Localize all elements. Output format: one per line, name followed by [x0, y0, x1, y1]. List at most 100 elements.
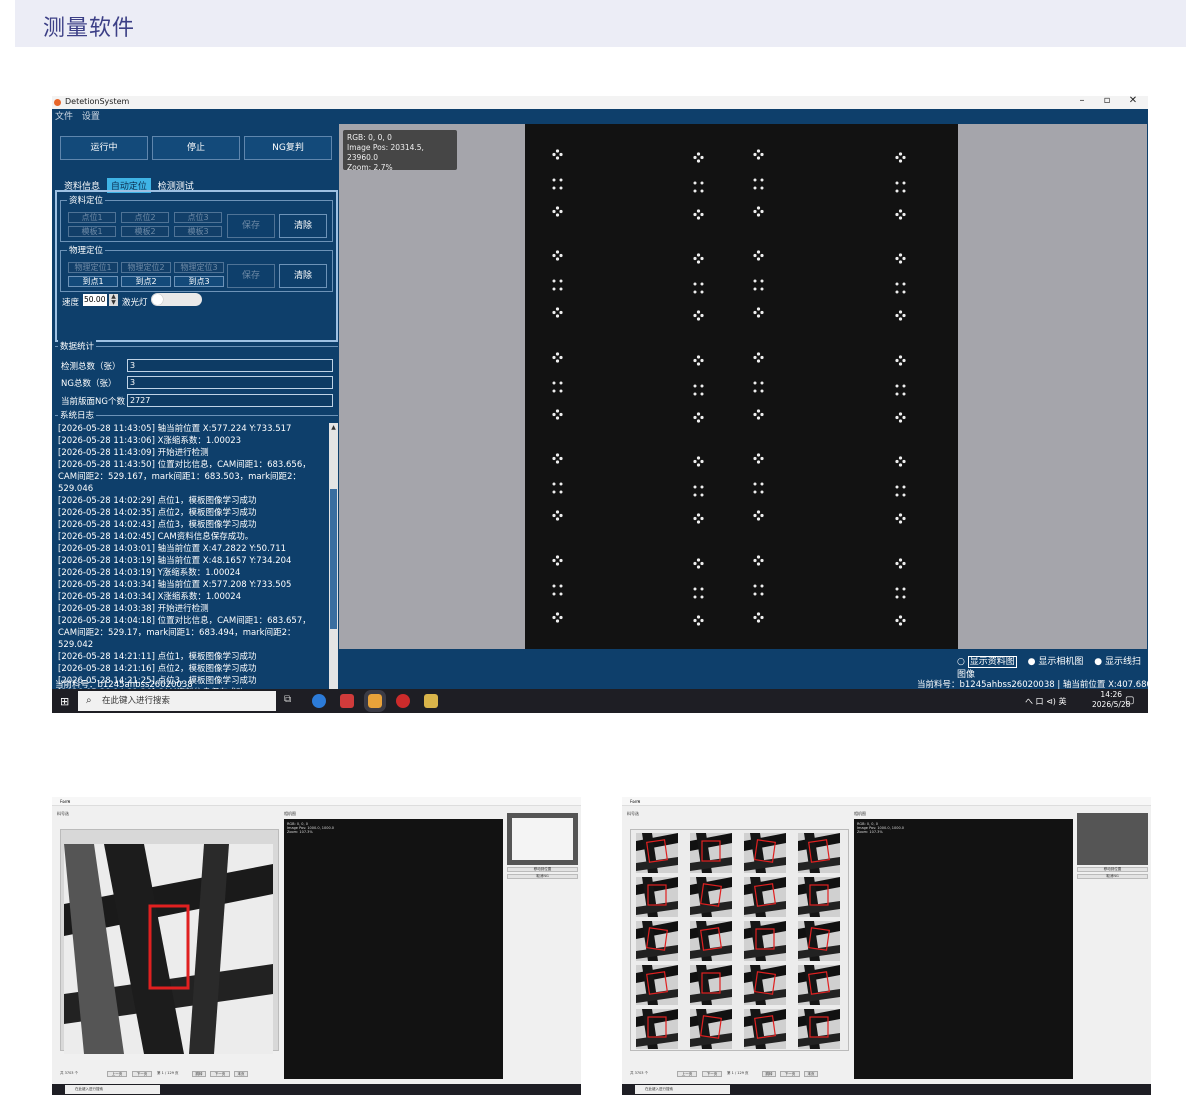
shot2-thumbnail	[1077, 813, 1148, 865]
ng-thumbnail[interactable]	[690, 833, 732, 873]
shot2-next-button-dim[interactable]: 下一页	[702, 1071, 722, 1077]
stop-button[interactable]: 停止	[152, 136, 240, 160]
fiducial-dot-pair	[693, 485, 704, 500]
material-point-2[interactable]: 点位2	[121, 212, 169, 223]
shot2-next-button[interactable]: 下一页	[780, 1071, 800, 1077]
log-line: [2026-05-28 14:02:29] 点位1，模板图像学习成功	[58, 496, 257, 506]
fiducial-dot-pair	[693, 282, 704, 297]
scroll-thumb[interactable]	[330, 489, 337, 629]
minimize-button[interactable]: –	[1072, 96, 1092, 106]
material-clear-button[interactable]: 清除	[279, 214, 327, 238]
task-view-icon[interactable]: ⧉	[284, 694, 298, 708]
goto-point-2-button[interactable]: 到点2	[121, 276, 171, 287]
shot2-last-button[interactable]: 末页	[804, 1071, 818, 1077]
taskbar-search[interactable]: ⌕ 在此键入进行搜索	[78, 691, 276, 711]
menu-settings[interactable]: 设置	[82, 112, 100, 122]
fiducial-dot-pair	[753, 381, 764, 396]
log-line: [2026-05-28 11:43:05] 轴当前位置 X:577.224 Y:…	[58, 424, 292, 434]
system-tray[interactable]: へ 口 ⊲) 英	[1025, 696, 1066, 707]
file-explorer-icon[interactable]	[424, 694, 438, 708]
shot1-search[interactable]: 在此键入进行搜索	[65, 1085, 160, 1094]
shot1-window-controls[interactable]: – ▫ ✕	[60, 799, 575, 804]
laser-toggle[interactable]	[151, 293, 202, 306]
ng-thumbnail[interactable]	[798, 921, 840, 961]
ng-thumbnail[interactable]	[636, 965, 678, 1005]
shot1-next-button[interactable]: 下一页	[210, 1071, 230, 1077]
shot2-jump-button[interactable]: 跳转	[762, 1071, 776, 1077]
ng-thumbnail[interactable]	[690, 1009, 732, 1049]
ng-thumbnail[interactable]	[798, 1009, 840, 1049]
running-button[interactable]: 运行中	[60, 136, 148, 160]
screenshot-camera-view: Form – ▫ ✕ 料号选 相机图 RGB: 0, 0, 0 Image Po…	[52, 797, 581, 1095]
ng-thumbnail[interactable]	[798, 965, 840, 1005]
material-template-2[interactable]: 模板2	[121, 226, 169, 237]
close-button[interactable]: ✕	[1123, 96, 1143, 106]
ng-thumbnail[interactable]	[690, 965, 732, 1005]
stat-label-page-ng: 当前版面NG个数	[61, 397, 125, 407]
fiducial-cross-mark	[895, 558, 906, 572]
physical-point-1[interactable]: 物理定位1	[68, 262, 118, 273]
recorder-icon[interactable]	[396, 694, 410, 708]
material-template-1[interactable]: 模板1	[68, 226, 116, 237]
shot1-titlebar: Form – ▫ ✕	[52, 797, 581, 806]
detection-app-icon[interactable]	[364, 690, 386, 712]
shot1-move-button[interactable]: 移动到位置	[507, 867, 578, 872]
physical-save-button[interactable]: 保存	[227, 264, 275, 288]
shot1-last-button[interactable]: 末页	[234, 1071, 248, 1077]
physical-point-2[interactable]: 物理定位2	[121, 262, 171, 273]
ng-thumbnail[interactable]	[744, 833, 786, 873]
shot2-move-button[interactable]: 移动到位置	[1077, 867, 1148, 872]
windows-start-icon[interactable]: ⊞	[60, 696, 69, 707]
speed-input[interactable]: 50.00	[83, 294, 107, 306]
fiducial-cross-mark	[693, 253, 704, 267]
ng-thumbnail[interactable]	[744, 965, 786, 1005]
ng-thumbnail[interactable]	[690, 921, 732, 961]
shot2-prev-button[interactable]: 上一页	[677, 1071, 697, 1077]
wps-icon[interactable]	[340, 694, 354, 708]
shot1-cancel-ng-button[interactable]: 取消NG	[507, 874, 578, 879]
shot2-search[interactable]: 在此键入进行搜索	[635, 1085, 730, 1094]
ng-thumbnail[interactable]	[744, 877, 786, 917]
material-point-1[interactable]: 点位1	[68, 212, 116, 223]
speed-stepper[interactable]: ▲ ▼	[109, 294, 118, 306]
fiducial-cross-mark	[753, 612, 764, 626]
ng-thumbnail[interactable]	[636, 877, 678, 917]
shot2-cancel-ng-button[interactable]: 取消NG	[1077, 874, 1148, 879]
ng-thumbnail[interactable]	[798, 877, 840, 917]
ng-thumbnail[interactable]	[636, 833, 678, 873]
ng-thumbnail[interactable]	[636, 1009, 678, 1049]
fiducial-cross-mark	[693, 355, 704, 369]
ng-thumbnail[interactable]	[744, 1009, 786, 1049]
material-point-3[interactable]: 点位3	[174, 212, 222, 223]
material-save-button[interactable]: 保存	[227, 214, 275, 238]
ng-thumbnail[interactable]	[690, 877, 732, 917]
ng-review-button[interactable]: NG复判	[244, 136, 332, 160]
goto-point-1-button[interactable]: 到点1	[68, 276, 118, 287]
shot1-jump-button[interactable]: 跳转	[192, 1071, 206, 1077]
left-panel: 运行中 停止 NG复判 资料信息 自动定位 检测测试 资料定位 点位1 点位2 …	[52, 122, 339, 699]
shot1-prev-button[interactable]: 上一页	[107, 1071, 127, 1077]
ng-thumbnail[interactable]	[744, 921, 786, 961]
radio-show-camera[interactable]: ● 显示相机图	[1028, 657, 1088, 667]
goto-point-3-button[interactable]: 到点3	[174, 276, 224, 287]
physical-clear-button[interactable]: 清除	[279, 264, 327, 288]
ng-thumbnail[interactable]	[798, 833, 840, 873]
shot2-window-controls[interactable]: – ▫ ✕	[630, 799, 1145, 804]
edge-browser-icon[interactable]	[312, 694, 326, 708]
ng-thumbnail[interactable]	[636, 921, 678, 961]
shot1-next-button-dim[interactable]: 下一页	[132, 1071, 152, 1077]
menu-file[interactable]: 文件	[55, 112, 73, 122]
notification-icon[interactable]: ▢	[1125, 695, 1134, 706]
fiducial-dot-pair	[895, 485, 906, 500]
material-template-3[interactable]: 模板3	[174, 226, 222, 237]
restore-button[interactable]: ▫	[1097, 96, 1117, 106]
log-scrollbar[interactable]: ▲ ▼	[329, 423, 338, 699]
physical-point-3[interactable]: 物理定位3	[174, 262, 224, 273]
radio-show-material[interactable]: ○ 显示资料图	[957, 656, 1021, 668]
fiducial-cross-mark	[552, 555, 563, 569]
fiducial-dot-pair	[895, 587, 906, 602]
scroll-up-icon[interactable]: ▲	[329, 423, 338, 432]
shot1-page-indicator: 第 1 / 129 页	[157, 1071, 179, 1075]
image-viewer[interactable]: RGB: 0, 0, 0 Image Pos: 20314.5, 23960.0…	[339, 124, 1147, 649]
log-line: 529.042	[58, 640, 94, 650]
